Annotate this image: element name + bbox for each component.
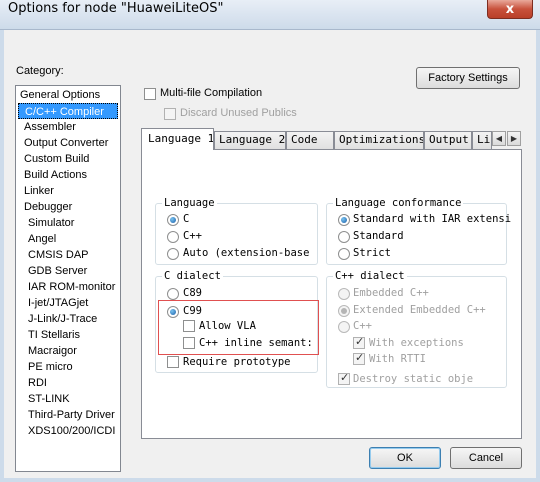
conformance-standard-label: Standard xyxy=(353,230,404,242)
category-list[interactable]: General Options C/C++ Compiler Assembler Ou… xyxy=(15,85,121,472)
category-item[interactable]: PE micro xyxy=(18,359,73,375)
window-frame-right xyxy=(536,30,540,482)
tab-language-2[interactable]: Language 2 xyxy=(214,131,286,149)
multi-file-compilation-checkbox[interactable] xyxy=(144,88,156,100)
ok-button[interactable]: OK xyxy=(369,447,441,469)
language-c-label: C xyxy=(183,213,190,225)
category-item[interactable]: Macraigor xyxy=(18,343,77,359)
category-item[interactable]: Angel xyxy=(18,231,56,247)
conformance-standard-iar-label: Standard with IAR extensi xyxy=(353,213,512,225)
category-item[interactable]: XDS100/200/ICDI xyxy=(18,423,115,439)
category-item[interactable]: J-Link/J-Trace xyxy=(18,311,97,327)
tab-language-1[interactable]: Language 1 xyxy=(141,128,214,150)
c-dialect-c89-radio[interactable] xyxy=(167,288,179,300)
c-dialect-title: C dialect xyxy=(162,270,223,282)
cancel-button[interactable]: Cancel xyxy=(450,447,522,469)
require-prototype-label: Require prototype xyxy=(183,356,291,368)
language-cpp-label: C++ xyxy=(183,230,202,242)
tab-scroll-left-icon[interactable]: ◀ xyxy=(492,131,506,146)
category-item[interactable]: IAR ROM-monitor xyxy=(18,279,115,295)
category-item[interactable]: ST-LINK xyxy=(18,391,70,407)
factory-settings-button[interactable]: Factory Settings xyxy=(416,67,520,89)
category-item[interactable]: Linker xyxy=(18,183,54,199)
category-item[interactable]: Output Converter xyxy=(18,135,108,151)
window-frame-bottom xyxy=(0,478,540,482)
category-item[interactable]: I-jet/JTAGjet xyxy=(18,295,88,311)
cpp-extended-embedded-radio[interactable] xyxy=(338,305,350,317)
discard-unused-publics-label: Discard Unused Publics xyxy=(180,107,297,119)
conformance-standard-iar-radio[interactable] xyxy=(338,214,350,226)
tab-code[interactable]: Code xyxy=(286,131,334,149)
with-rtti-label: With RTTI xyxy=(369,353,426,365)
category-item[interactable]: Build Actions xyxy=(18,167,87,183)
category-label: Category: xyxy=(16,65,64,77)
category-item[interactable]: Assembler xyxy=(18,119,76,135)
conformance-standard-radio[interactable] xyxy=(338,231,350,243)
close-icon: x xyxy=(505,1,515,17)
language-c-radio[interactable] xyxy=(167,214,179,226)
category-item[interactable]: Third-Party Driver xyxy=(18,407,115,423)
cpp-embedded-radio[interactable] xyxy=(338,288,350,300)
category-item[interactable]: RDI xyxy=(18,375,47,391)
category-item[interactable]: TI Stellaris xyxy=(18,327,80,343)
language-auto-label: Auto (extension-base xyxy=(183,247,310,259)
conformance-strict-label: Strict xyxy=(353,247,391,259)
tab-scroll-right-icon[interactable]: ▶ xyxy=(507,131,521,146)
cpp-standard-label: C++ xyxy=(353,320,372,332)
highlight-annotation xyxy=(158,300,319,355)
destroy-static-objects-checkbox[interactable] xyxy=(338,371,350,385)
category-item[interactable]: GDB Server xyxy=(18,263,87,279)
cpp-extended-embedded-label: Extended Embedded C++ xyxy=(353,304,486,316)
with-exceptions-label: With exceptions xyxy=(369,337,464,349)
category-item[interactable]: C/C++ Compiler xyxy=(18,103,118,119)
cpp-standard-radio[interactable] xyxy=(338,321,350,333)
conformance-strict-radio[interactable] xyxy=(338,248,350,260)
language-cpp-radio[interactable] xyxy=(167,231,179,243)
discard-unused-publics-checkbox[interactable] xyxy=(164,108,176,120)
cpp-embedded-label: Embedded C++ xyxy=(353,287,429,299)
window-title: Options for node "HuaweiLiteOS" xyxy=(8,1,224,16)
c-dialect-c89-label: C89 xyxy=(183,287,202,299)
title-bar: Options for node "HuaweiLiteOS" x xyxy=(0,0,540,30)
category-item[interactable]: CMSIS DAP xyxy=(18,247,89,263)
close-button[interactable]: x xyxy=(487,0,533,19)
category-item[interactable]: General Options xyxy=(18,87,100,103)
language-auto-radio[interactable] xyxy=(167,248,179,260)
category-item[interactable]: Custom Build xyxy=(18,151,89,167)
require-prototype-checkbox[interactable] xyxy=(167,356,179,368)
multi-file-compilation-label: Multi-file Compilation xyxy=(160,87,263,99)
options-dialog: Options for node "HuaweiLiteOS" x Catego… xyxy=(0,0,540,482)
language-conformance-title: Language conformance xyxy=(333,197,464,209)
tab-optimizations[interactable]: Optimizations xyxy=(334,131,424,149)
tab-output[interactable]: Output xyxy=(424,131,472,149)
cpp-dialect-title: C++ dialect xyxy=(333,270,407,282)
destroy-static-objects-label: Destroy static obje xyxy=(353,373,474,385)
language-group-title: Language xyxy=(162,197,217,209)
category-item[interactable]: Simulator xyxy=(18,215,74,231)
with-rtti-checkbox[interactable] xyxy=(353,351,365,365)
tab-list[interactable]: Li xyxy=(472,131,492,149)
category-item[interactable]: Debugger xyxy=(18,199,72,215)
with-exceptions-checkbox[interactable] xyxy=(353,335,365,349)
